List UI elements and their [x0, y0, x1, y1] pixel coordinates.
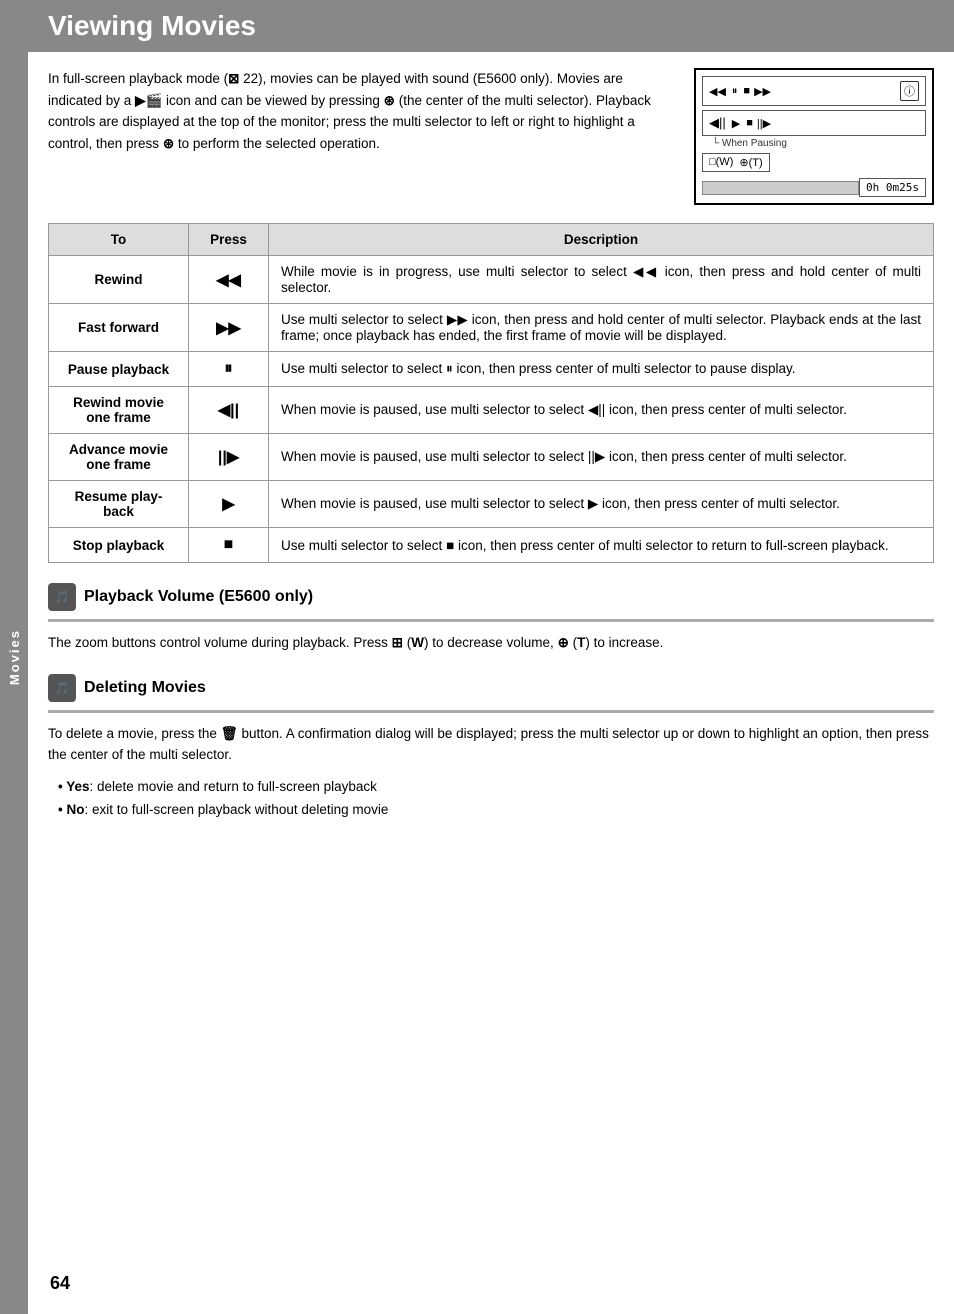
table-cell-press: ◀◀	[189, 256, 269, 304]
table-row: Pause playback⏸Use multi selector to sel…	[49, 352, 934, 387]
table-cell-to: Pause playback	[49, 352, 189, 387]
table-row: Resume play- back▶When movie is paused, …	[49, 481, 934, 528]
table-cell-description: When movie is paused, use multi selector…	[269, 434, 934, 481]
controls-table: To Press Description Rewind◀◀While movie…	[48, 223, 934, 563]
pause-icon: ⏸	[732, 85, 738, 98]
delete-option-no: No: exit to full-screen playback without…	[58, 799, 934, 822]
progress-bar	[702, 181, 859, 195]
table-cell-press: ■	[189, 528, 269, 563]
table-row: Rewind◀◀While movie is in progress, use …	[49, 256, 934, 304]
section-heading-deleting-movies: 🎵 Deleting Movies	[48, 674, 934, 702]
table-cell-press: ▶▶	[189, 304, 269, 352]
table-cell-description: When movie is paused, use multi selector…	[269, 481, 934, 528]
table-cell-description: Use multi selector to select ▶▶ icon, th…	[269, 304, 934, 352]
col-header-to: To	[49, 224, 189, 256]
section-heading-playback-volume: 🎵 Playback Volume (E5600 only)	[48, 583, 934, 611]
when-pausing-label: └ When Pausing	[712, 138, 926, 149]
info-icon: ⓘ	[900, 81, 919, 101]
col-header-description: Description	[269, 224, 934, 256]
intro-section: In full-screen playback mode (⊠ 22), mov…	[48, 68, 934, 205]
deleting-movies-icon: 🎵	[48, 674, 76, 702]
table-header-row: To Press Description	[49, 224, 934, 256]
table-row: Stop playback■Use multi selector to sele…	[49, 528, 934, 563]
playback-volume-text: The zoom buttons control volume during p…	[48, 632, 934, 654]
playback-volume-divider	[48, 619, 934, 622]
preview-middle-row: ◀|| ▶ ■ ||▶	[702, 110, 926, 136]
page-number: 64	[50, 1273, 70, 1294]
preview-pausing-section: ◀|| ▶ ■ ||▶ └ When Pausing □(W) ⊕(T)	[702, 110, 926, 172]
wide-zoom-icon: □(W)	[709, 156, 733, 169]
table-cell-press: ||▶	[189, 434, 269, 481]
table-cell-to: Stop playback	[49, 528, 189, 563]
page-title-bar: Viewing Movies	[28, 0, 954, 52]
delete-option-yes: Yes: delete movie and return to full-scr…	[58, 776, 934, 799]
intro-text: In full-screen playback mode (⊠ 22), mov…	[48, 68, 674, 205]
deleting-movies-divider	[48, 710, 934, 713]
playback-volume-title: Playback Volume (E5600 only)	[84, 588, 313, 606]
preview-time: 0h 0m25s	[859, 178, 926, 197]
content-area: In full-screen playback mode (⊠ 22), mov…	[28, 68, 954, 842]
camera-preview: ◀◀ ⏸ ■ ▶▶ ⓘ ◀|| ▶ ■ ||▶	[694, 68, 934, 205]
table-cell-description: Use multi selector to select ■ icon, the…	[269, 528, 934, 563]
table-row: Fast forward▶▶Use multi selector to sele…	[49, 304, 934, 352]
table-row: Advance movie one frame||▶When movie is …	[49, 434, 934, 481]
side-tab-label: Movies	[7, 629, 22, 685]
table-cell-to: Advance movie one frame	[49, 434, 189, 481]
rewind-icon: ◀◀	[709, 85, 726, 98]
table-cell-description: When movie is paused, use multi selector…	[269, 387, 934, 434]
table-cell-press: ▶	[189, 481, 269, 528]
col-header-press: Press	[189, 224, 269, 256]
delete-options-list: Yes: delete movie and return to full-scr…	[48, 776, 934, 822]
playback-icons-top: ◀◀ ⏸ ■ ▶▶	[709, 85, 771, 98]
preview-top-row: ◀◀ ⏸ ■ ▶▶ ⓘ	[702, 76, 926, 106]
stop-icon-small: ■	[746, 117, 753, 129]
table-cell-to: Resume play- back	[49, 481, 189, 528]
table-cell-description: Use multi selector to select ⏸ icon, the…	[269, 352, 934, 387]
zoom-icons: □(W) ⊕(T)	[702, 153, 770, 172]
deleting-movies-title: Deleting Movies	[84, 679, 206, 697]
advance-frame-icon: ||▶	[757, 117, 771, 130]
main-content: Viewing Movies In full-screen playback m…	[28, 0, 954, 1314]
fastforward-icon: ▶▶	[754, 85, 771, 98]
page-title: Viewing Movies	[48, 10, 934, 42]
preview-bottom-row: 0h 0m25s	[702, 178, 926, 197]
table-cell-press: ◀||	[189, 387, 269, 434]
table-row: Rewind movie one frame◀||When movie is p…	[49, 387, 934, 434]
table-cell-to: Rewind	[49, 256, 189, 304]
play-icon-small: ▶	[732, 117, 740, 130]
table-cell-to: Fast forward	[49, 304, 189, 352]
side-tab: Movies	[0, 0, 28, 1314]
table-cell-press: ⏸	[189, 352, 269, 387]
stop-icon: ■	[743, 85, 750, 97]
table-cell-description: While movie is in progress, use multi se…	[269, 256, 934, 304]
deleting-movies-text: To delete a movie, press the 🗑 button. A…	[48, 723, 934, 766]
rewind-frame-icon: ◀||	[709, 115, 726, 131]
tele-zoom-icon: ⊕(T)	[739, 156, 762, 169]
playback-volume-icon: 🎵	[48, 583, 76, 611]
table-cell-to: Rewind movie one frame	[49, 387, 189, 434]
